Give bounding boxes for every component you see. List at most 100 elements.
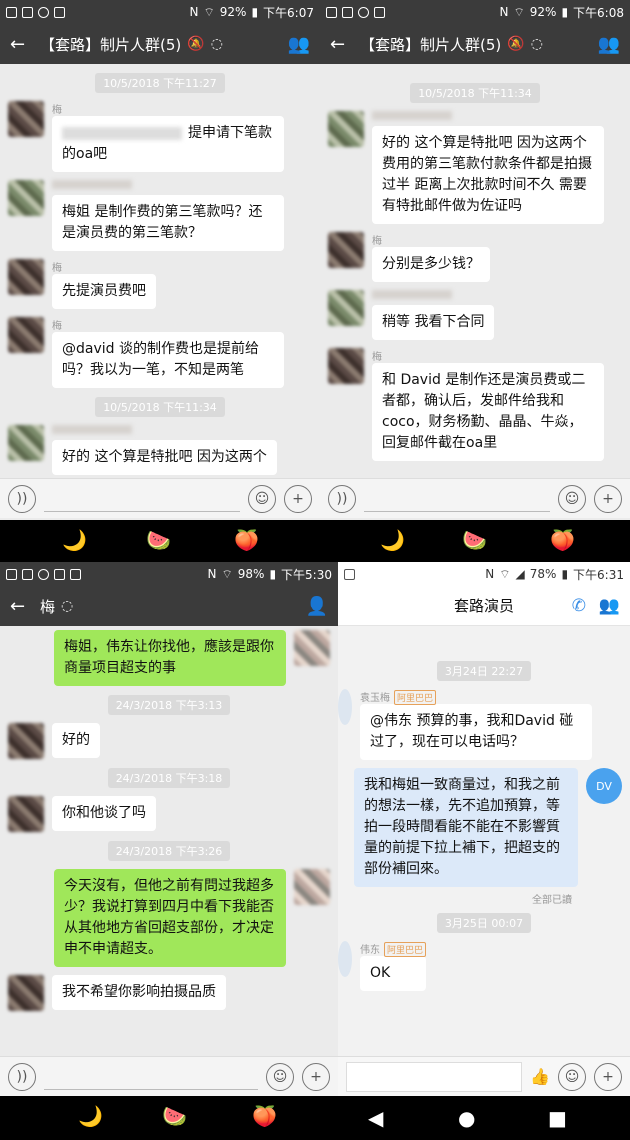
notification-icon [6,568,17,580]
clock: 下午6:08 [573,5,624,20]
chat-header: ← 【套路】制片人群(5) 🔕 ◌ 👥 [0,24,320,64]
avatar[interactable] [8,425,44,461]
message-bubble[interactable]: 你和他谈了吗 [52,796,156,831]
message-row: 稍等 我看下合同 [320,290,630,340]
avatar[interactable] [338,941,352,977]
message-row: 梅提申请下笔款的oa吧 [0,101,320,172]
avatar[interactable] [8,723,44,759]
message-input[interactable] [44,1064,258,1090]
message-bubble[interactable]: 先提演员费吧 [52,274,156,309]
message-bubble[interactable]: 我和梅姐一致商量过，和我之前的想法一樣，先不追加預算，等拍一段時間看能不能在不影… [354,768,578,887]
back-arrow-icon[interactable]: ← [330,34,360,55]
message-input[interactable] [346,1061,523,1092]
avatar[interactable] [328,111,364,147]
message-bubble[interactable]: 梅姐，伟东让你找他，應該是跟你商量项目超支的事 [54,630,286,686]
back-arrow-icon[interactable]: ← [10,596,40,617]
input-bar: )) ☺ + [0,1056,338,1096]
message-bubble[interactable]: 和 David 是制作还是演员费或二者都，确认后，发邮件给我和coco，财务杨勤… [372,363,604,461]
sender-name: 伟东 阿里巴巴 [360,941,427,957]
avatar[interactable] [294,869,330,905]
mail-icon [22,568,33,580]
thumbs-up-icon[interactable]: 👍 [530,1067,550,1086]
message-bubble[interactable]: 稍等 我看下合同 [372,305,495,340]
plus-icon[interactable]: + [302,1062,330,1091]
sender-name: 梅 [52,321,62,332]
plus-icon[interactable]: + [594,1062,622,1091]
peach-icon: 🍑 [550,528,575,552]
message-bubble[interactable]: 我不希望你影响拍摄品质 [52,975,226,1010]
message-list: 3月24日 22:27 袁玉梅 阿里巴巴 @伟东 预算的事，我和David 碰过了，… [338,654,630,999]
group-members-icon[interactable]: 👥 [288,34,310,55]
message-list: 10/5/2018 下午11:34 好的 这个算是特批吧 因为这两个费用的第三笔… [320,76,630,469]
timestamp: 3月24日 22:27 [338,660,630,681]
input-bar: 👍 ☺ + [338,1056,630,1096]
group-members-icon[interactable]: 👥 [598,34,620,55]
chat-title: 套路演员 [453,597,514,615]
message-bubble[interactable]: OK [360,956,427,991]
app-icon [38,568,49,580]
avatar[interactable] [8,975,44,1011]
message-row: 梅先提演员费吧 [0,259,320,309]
nav-home-icon[interactable]: ● [458,1106,475,1130]
sender-name: 袁玉梅 阿里巴巴 [360,689,592,705]
message-input[interactable] [364,486,550,512]
avatar[interactable]: DV [586,768,622,804]
phone-icon[interactable]: ✆ [572,596,586,616]
avatar[interactable] [328,348,364,384]
mute-icon: 🔕 [507,36,525,52]
message-row: 梅和 David 是制作还是演员费或二者都，确认后，发邮件给我和coco，财务杨… [320,348,630,461]
nav-back-icon[interactable]: ◀ [368,1106,383,1130]
message-row: 好的 这个算是特批吧 因为这两个 [0,425,320,475]
app-icon [358,6,369,18]
message-bubble[interactable]: @david 谈的制作费也是提前给吗？我以为一笔，不知是两笔 [52,332,284,388]
message-bubble[interactable]: @伟东 预算的事，我和David 碰过了，现在可以电话吗？ [360,704,592,760]
blurred-sender [52,180,132,189]
avatar[interactable] [328,290,364,326]
message-bubble[interactable]: 好的 这个算是特批吧 因为这两个 [52,440,277,475]
message-bubble[interactable]: 好的 [52,723,100,758]
message-bubble[interactable]: 梅姐 是制作费的第三笔款吗？还是演员费的第三笔款？ [52,195,284,251]
voice-icon[interactable]: )) [8,1062,36,1091]
notification-icon [326,6,337,18]
image-icon [54,568,65,580]
earpiece-icon: ◌ [530,36,543,52]
avatar[interactable] [8,317,44,353]
chat-panel-3: N ⌔ 98% ▮ 下午5:30 ← 梅 ◌ 👤 梅姐，伟东让你找他，應該是跟你商… [0,562,338,1096]
profile-icon[interactable]: 👤 [306,596,328,617]
nfc-icon: N [189,5,199,19]
message-bubble[interactable]: 分别是多少钱？ [372,247,490,282]
avatar[interactable] [294,630,330,666]
message-bubble[interactable]: 提申请下笔款的oa吧 [52,116,284,172]
chat-title: 【套路】制片人群(5) [40,35,182,54]
plus-icon[interactable]: + [284,484,312,513]
clock: 下午6:07 [263,5,314,20]
message-row: 伟东 阿里巴巴 OK [338,941,630,991]
avatar[interactable] [8,796,44,832]
chat-panel-4: N ⌔ ◢ 78% ▮ 下午6:31 套路演员 ✆ 👥 3月24日 22:27 … [338,562,630,1096]
sim-icon [70,568,81,580]
avatar[interactable] [8,259,44,295]
message-input[interactable] [44,486,240,512]
nav-recent-icon[interactable]: ■ [548,1106,567,1130]
moon-icon: 🌙 [380,528,405,552]
group-settings-icon[interactable]: 👥 [599,596,620,616]
emoji-icon[interactable]: ☺ [248,484,276,513]
timestamp: 24/3/2018 下午3:13 [0,694,338,715]
message-bubble[interactable]: 今天沒有，但他之前有問过我超多少？我说打算到四月中看下我能否从其他地方省回超支部… [54,869,286,967]
battery-percent: 92% [529,5,557,19]
emoji-icon[interactable]: ☺ [558,484,586,513]
mute-icon: 🔕 [187,36,205,52]
avatar[interactable] [328,232,364,268]
back-arrow-icon[interactable]: ← [10,34,40,55]
emoji-icon[interactable]: ☺ [558,1062,586,1091]
avatar[interactable] [8,180,44,216]
avatar[interactable] [8,101,44,137]
emoji-icon[interactable]: ☺ [266,1062,294,1091]
voice-icon[interactable]: )) [8,484,36,513]
plus-icon[interactable]: + [594,484,622,513]
voice-icon[interactable]: )) [328,484,356,513]
message-row: 我不希望你影响拍摄品质 [0,975,338,1011]
chat-panel-1: N ⌔ 92% ▮ 下午6:07 ← 【套路】制片人群(5) 🔕 ◌ 👥 10/5/… [0,0,320,520]
message-bubble[interactable]: 好的 这个算是特批吧 因为这两个费用的第三笔款付款条件都是拍摄过半 距离上次批款… [372,126,604,224]
avatar[interactable] [338,689,352,725]
